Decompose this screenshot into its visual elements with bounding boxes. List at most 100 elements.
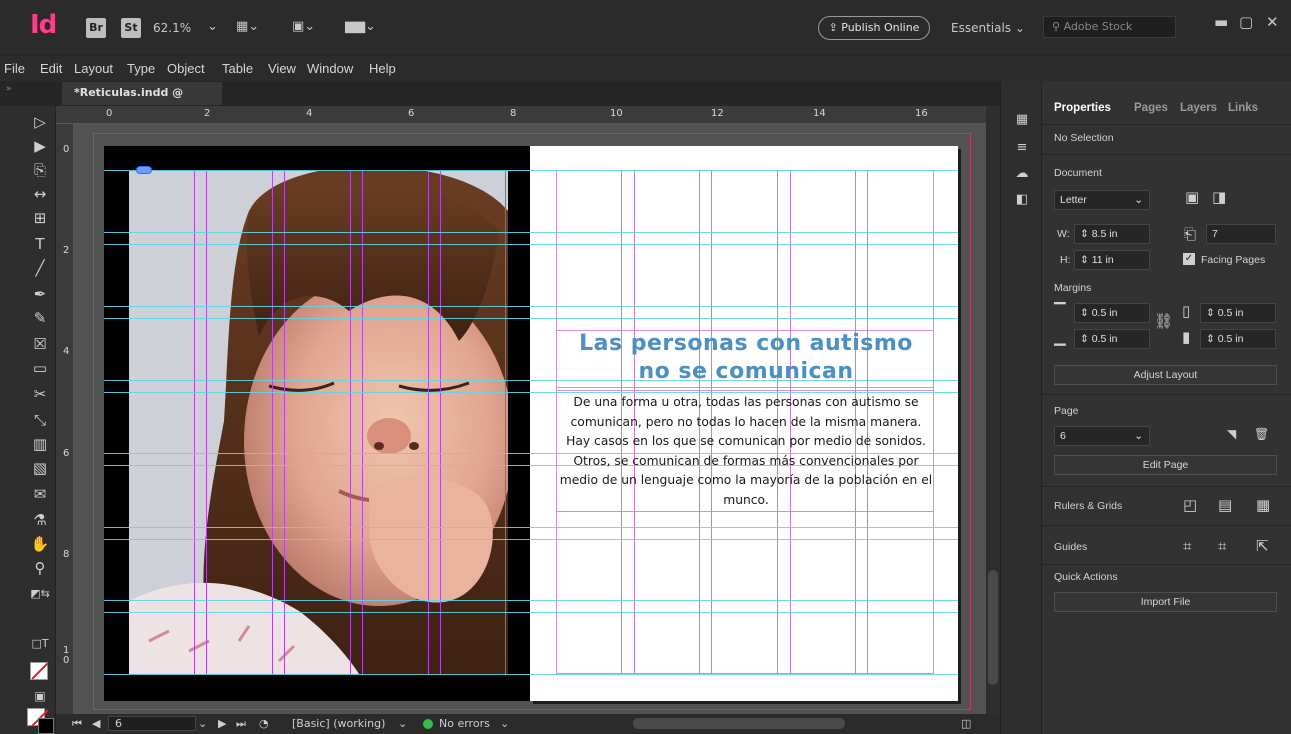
arrange-documents-icon[interactable]: ▆▆⌄: [345, 19, 376, 34]
menu-type[interactable]: Type: [127, 61, 155, 76]
menu-file[interactable]: File: [4, 61, 25, 76]
errors-dropdown-icon[interactable]: ⌄: [500, 717, 509, 730]
rectangle-tool-icon[interactable]: ▭: [30, 358, 50, 378]
maximize-icon[interactable]: ▢: [1239, 13, 1253, 31]
formatting-affects-container-icon[interactable]: □T: [30, 634, 50, 654]
tab-properties[interactable]: Properties: [1054, 102, 1111, 114]
child-photo[interactable]: [129, 171, 508, 674]
width-field[interactable]: ⇕ 8.5 in: [1074, 224, 1150, 244]
margin-outside-field[interactable]: ⇕ 0.5 in: [1200, 329, 1276, 349]
gradient-feather-tool-icon[interactable]: ▧: [30, 458, 50, 478]
pages-count-field[interactable]: 7: [1206, 224, 1276, 244]
page-tool-icon[interactable]: ⎘: [30, 160, 50, 180]
view-options-icon[interactable]: ▦⌄: [236, 19, 259, 34]
rectangle-frame-tool-icon[interactable]: ☒: [30, 334, 50, 354]
adobe-stock-search-input[interactable]: ⚲ Adobe Stock: [1043, 16, 1176, 38]
menu-view[interactable]: View: [268, 61, 296, 76]
properties-panel-icon[interactable]: ▦: [1013, 112, 1031, 128]
selection-tool-icon[interactable]: ▷: [30, 112, 50, 132]
bridge-button[interactable]: Br: [86, 18, 106, 38]
stroke-swatch-icon[interactable]: [38, 718, 54, 734]
swatches-panel-icon[interactable]: ◧: [1013, 192, 1031, 208]
pencil-tool-icon[interactable]: ✎: [30, 308, 50, 328]
close-icon[interactable]: ✕: [1266, 13, 1279, 31]
show-guides-icon[interactable]: ⌗: [1183, 537, 1191, 555]
direct-selection-tool-icon[interactable]: ▶: [30, 136, 50, 156]
document-preset-select[interactable]: Letter ⌄: [1054, 190, 1150, 210]
first-page-icon[interactable]: ⏮: [72, 717, 82, 731]
publish-online-button[interactable]: ⇪ Publish Online: [818, 16, 930, 40]
status-menu-icon[interactable]: ◔: [259, 717, 269, 730]
apply-none-icon[interactable]: [30, 662, 49, 680]
menu-table[interactable]: Table: [222, 61, 253, 76]
next-page-icon[interactable]: ▶: [218, 717, 226, 730]
height-field[interactable]: ⇕ 11 in: [1074, 250, 1150, 270]
preflight-errors[interactable]: No errors: [439, 717, 490, 730]
scissors-tool-icon[interactable]: ✂: [30, 384, 50, 404]
margin-top-field[interactable]: ⇕ 0.5 in: [1074, 303, 1150, 323]
note-tool-icon[interactable]: ✉: [30, 484, 50, 504]
preflight-profile[interactable]: [Basic] (working): [292, 717, 385, 730]
smart-guides-icon[interactable]: ⇱: [1256, 537, 1269, 555]
content-grabber-icon[interactable]: [136, 166, 152, 174]
page-body-text[interactable]: De una forma u otra, todas las personas …: [557, 393, 935, 510]
last-page-icon[interactable]: ⏭: [236, 717, 246, 731]
delete-page-icon[interactable]: 🗑: [1254, 427, 1269, 441]
eyedropper-tool-icon[interactable]: ⚗: [30, 510, 50, 530]
default-fill-stroke-icon[interactable]: ◩⇆: [30, 584, 50, 604]
menu-help[interactable]: Help: [369, 61, 396, 76]
hand-tool-icon[interactable]: ✋: [30, 534, 50, 554]
page-select[interactable]: 6 ⌄: [1054, 426, 1150, 446]
zoom-dropdown-icon[interactable]: ⌄: [207, 19, 218, 34]
pen-tool-icon[interactable]: ✒: [30, 284, 50, 304]
horizontal-scroll-thumb[interactable]: [633, 718, 845, 729]
expand-toolbar-icon[interactable]: »: [6, 84, 12, 94]
adjust-layout-button[interactable]: Adjust Layout: [1054, 365, 1277, 385]
menu-edit[interactable]: Edit: [40, 61, 62, 76]
document-tab[interactable]: *Reticulas.indd @ 62%×: [62, 82, 222, 121]
margin-bottom-field[interactable]: ⇕ 0.5 in: [1074, 329, 1150, 349]
tab-pages[interactable]: Pages: [1134, 102, 1168, 114]
edit-page-button[interactable]: Edit Page: [1054, 455, 1277, 475]
screen-mode-icon[interactable]: ▣⌄: [292, 19, 315, 34]
new-page-icon[interactable]: ◥: [1227, 427, 1236, 441]
minimize-icon[interactable]: ▬: [1214, 13, 1228, 31]
gradient-swatch-tool-icon[interactable]: ▥: [30, 434, 50, 454]
facing-pages-checkbox[interactable]: ✓: [1183, 253, 1195, 265]
baseline-grid-icon[interactable]: ▤: [1218, 496, 1232, 514]
type-tool-icon[interactable]: T: [30, 234, 50, 254]
menu-layout[interactable]: Layout: [74, 61, 113, 76]
page-dropdown-icon[interactable]: ⌄: [198, 717, 207, 730]
link-margins-icon[interactable]: ⛓: [1154, 312, 1173, 330]
line-tool-icon[interactable]: ╱: [30, 258, 50, 278]
cc-libraries-icon[interactable]: ☁: [1013, 166, 1031, 182]
portrait-orientation-icon[interactable]: ▣: [1185, 188, 1199, 206]
import-file-button[interactable]: Import File: [1054, 592, 1277, 612]
document-grid-icon[interactable]: ▦: [1256, 496, 1270, 514]
menu-object[interactable]: Object: [167, 61, 205, 76]
vertical-ruler[interactable]: 0 2 4 6 8 1 0: [56, 124, 74, 714]
gap-tool-icon[interactable]: ↔: [30, 184, 50, 204]
previous-page-icon[interactable]: ◀: [92, 717, 100, 730]
pages-panel-icon[interactable]: ≡: [1013, 140, 1031, 156]
workspace-switcher[interactable]: Essentials ⌄: [951, 21, 1025, 35]
split-window-icon[interactable]: ◫: [961, 717, 971, 730]
tab-links[interactable]: Links: [1228, 102, 1258, 114]
page-number-field[interactable]: 6: [108, 716, 196, 731]
screen-mode-tool-icon[interactable]: ▣: [30, 686, 50, 706]
lock-guides-icon[interactable]: ⌗: [1218, 537, 1226, 555]
horizontal-ruler[interactable]: 0 2 4 6 8 10 12 14 16: [56, 106, 986, 124]
free-transform-tool-icon[interactable]: ⤡: [30, 410, 50, 430]
content-collector-icon[interactable]: ⊞: [30, 208, 50, 228]
landscape-orientation-icon[interactable]: ◨: [1212, 188, 1226, 206]
margin-inside-field[interactable]: ⇕ 0.5 in: [1200, 303, 1276, 323]
vertical-scroll-thumb[interactable]: [988, 570, 998, 685]
menu-window[interactable]: Window: [307, 61, 353, 76]
stock-button[interactable]: St: [121, 18, 141, 38]
zoom-tool-icon[interactable]: ⚲: [30, 558, 50, 578]
zoom-level[interactable]: 62.1%: [153, 21, 191, 35]
tab-layers[interactable]: Layers: [1180, 102, 1217, 114]
profile-dropdown-icon[interactable]: ⌄: [398, 717, 407, 730]
rulers-icon[interactable]: ◰: [1183, 496, 1197, 514]
page-headline[interactable]: Las personas con autismo no se comunican: [560, 330, 932, 386]
